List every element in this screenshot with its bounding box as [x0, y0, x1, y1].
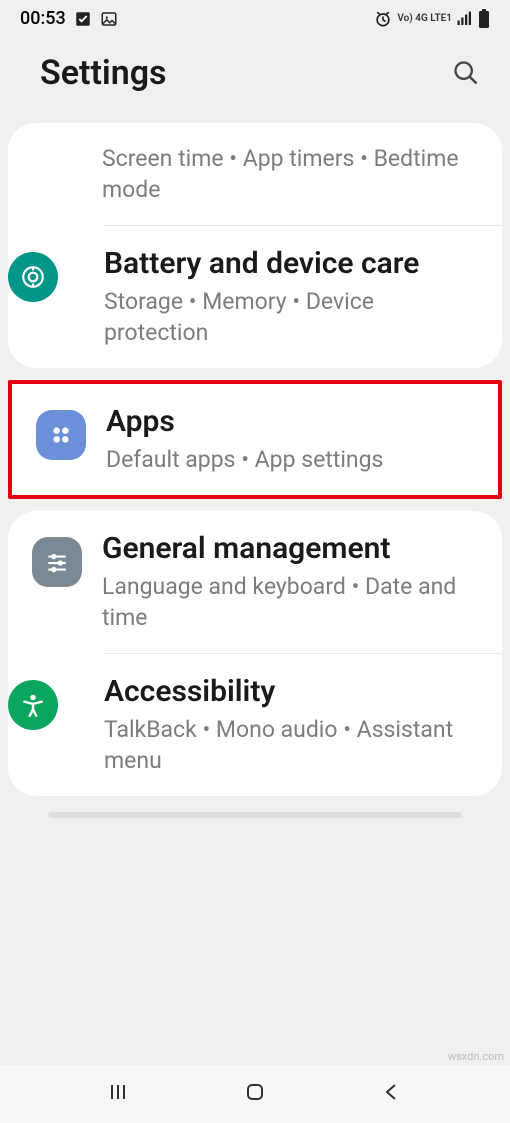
row-battery-device-care[interactable]: Battery and device care Storage • Memory…	[104, 225, 502, 368]
row-sub: Language and keyboard • Date and time	[102, 571, 478, 633]
search-icon	[452, 59, 480, 87]
row-sub: Storage • Memory • Device protection	[104, 286, 478, 348]
recents-icon	[106, 1080, 130, 1104]
row-sub: Screen time • App timers • Bedtime mode	[102, 143, 478, 205]
row-general-management[interactable]: General management Language and keyboard…	[8, 511, 502, 653]
apps-icon	[36, 410, 86, 460]
search-button[interactable]	[452, 59, 480, 87]
checkbox-icon	[74, 10, 92, 28]
card-apps-highlighted: Apps Default apps • App settings	[8, 380, 502, 499]
row-sub: Default apps • App settings	[106, 444, 474, 475]
battery-icon	[478, 9, 490, 29]
clock-text: 00:53	[20, 8, 66, 29]
page-header: Settings	[0, 33, 510, 123]
spacer-icon	[32, 149, 82, 199]
navigation-bar	[0, 1065, 510, 1123]
row-digital-wellbeing[interactable]: Screen time • App timers • Bedtime mode	[8, 123, 502, 225]
scroll-indicator	[48, 812, 462, 818]
row-sub: TalkBack • Mono audio • Assistant menu	[104, 714, 478, 776]
nav-back-button[interactable]	[380, 1080, 404, 1108]
row-apps[interactable]: Apps Default apps • App settings	[12, 384, 498, 495]
battery-care-icon	[8, 252, 58, 302]
row-title: Apps	[106, 404, 474, 440]
status-bar: 00:53 Vo) 4G LTE1	[0, 0, 510, 33]
network-type-text: Vo) 4G LTE1	[397, 14, 452, 24]
accessibility-icon	[8, 680, 58, 730]
watermark-text: wsxdn.com	[448, 1050, 504, 1063]
alarm-icon	[373, 9, 393, 29]
image-icon	[100, 10, 118, 28]
back-icon	[380, 1080, 404, 1104]
nav-recents-button[interactable]	[106, 1080, 130, 1108]
page-title: Settings	[40, 53, 167, 93]
signal-icon	[456, 10, 474, 28]
status-right: Vo) 4G LTE1	[373, 9, 490, 29]
card-device: Screen time • App timers • Bedtime mode …	[8, 123, 502, 368]
row-title: Battery and device care	[104, 246, 478, 282]
home-icon	[243, 1080, 267, 1104]
card-general: General management Language and keyboard…	[8, 511, 502, 796]
row-title: Accessibility	[104, 674, 478, 710]
settings-list: Screen time • App timers • Bedtime mode …	[0, 123, 510, 818]
general-management-icon	[32, 537, 82, 587]
row-title: General management	[102, 531, 478, 567]
row-accessibility[interactable]: Accessibility TalkBack • Mono audio • As…	[104, 653, 502, 796]
status-left: 00:53	[20, 8, 118, 29]
nav-home-button[interactable]	[243, 1080, 267, 1108]
